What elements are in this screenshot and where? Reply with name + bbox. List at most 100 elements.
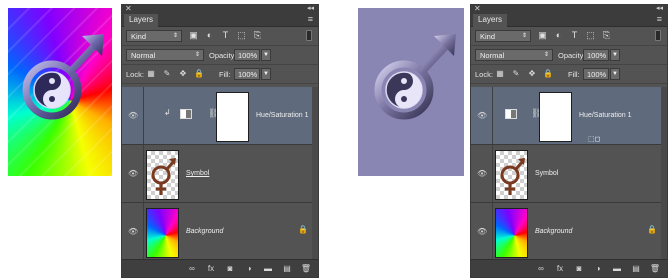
lock-paint-icon[interactable]: ✎ <box>511 69 521 79</box>
eye-icon[interactable]: 👁 <box>477 169 488 178</box>
lock-icon: 🔒 <box>298 225 308 234</box>
panel-menu-icon[interactable]: ≡ <box>308 14 313 24</box>
blend-row: Normal ⇕ Opacity: 100% ▼ <box>122 46 318 65</box>
adjustment-layer-icon[interactable]: ◑ <box>592 263 604 275</box>
pixel-filter-icon[interactable]: ▣ <box>188 30 199 41</box>
layer-row-hue-saturation[interactable]: 👁 ↲ ⛓ Hue/Saturation 1 <box>122 87 318 145</box>
opacity-dropdown[interactable]: ▼ <box>610 49 620 61</box>
eye-icon[interactable]: 👁 <box>128 227 139 236</box>
collapse-icon[interactable]: ◂◂ <box>307 4 314 12</box>
opacity-label: Opacity: <box>558 51 586 60</box>
fill-label: Fill: <box>568 70 580 79</box>
tab-layers[interactable]: Layers <box>124 14 159 27</box>
panel-tabbar: Layers ≡ <box>122 13 318 27</box>
fill-dropdown[interactable]: ▼ <box>610 68 620 80</box>
pixel-filter-icon[interactable]: ▣ <box>537 30 548 41</box>
close-icon[interactable]: ✕ <box>125 4 132 13</box>
tab-layers[interactable]: Layers <box>473 14 508 27</box>
chevron-down-icon: ⇕ <box>194 52 200 58</box>
type-filter-icon[interactable]: T <box>220 30 231 41</box>
blend-mode-select[interactable]: Normal ⇕ <box>126 49 204 61</box>
background-thumbnail[interactable] <box>495 208 528 258</box>
eye-icon[interactable]: 👁 <box>477 111 488 120</box>
layer-name[interactable]: Symbol <box>186 170 209 177</box>
panel-footer: ∞ fx ◙ ◑ ▬ ▤ 🗑 <box>122 259 318 277</box>
opacity-input[interactable]: 100% <box>234 49 260 61</box>
chevron-down-icon: ⇕ <box>521 33 527 39</box>
lock-position-icon[interactable]: ✥ <box>527 69 537 79</box>
add-mask-icon[interactable]: ◙ <box>573 263 585 275</box>
smart-object-filter-icon[interactable]: ⎘ <box>601 30 612 41</box>
layer-mask-thumbnail[interactable] <box>539 92 572 142</box>
panel-titlebar: ✕ ◂◂ <box>122 4 318 13</box>
layer-mask-thumbnail[interactable] <box>216 92 249 142</box>
chevron-down-icon: ⇕ <box>543 52 549 58</box>
lock-icons: ▦ ✎ ✥ 🔒 <box>146 69 204 79</box>
opacity-label: Opacity: <box>209 51 237 60</box>
eye-icon[interactable]: 👁 <box>128 169 139 178</box>
add-mask-icon[interactable]: ◙ <box>224 263 236 275</box>
fx-icon[interactable]: fx <box>554 263 566 275</box>
link-layers-icon[interactable]: ∞ <box>186 263 198 275</box>
new-group-icon[interactable]: ▬ <box>262 263 274 275</box>
filter-toggle[interactable] <box>306 30 312 41</box>
lock-transparent-icon[interactable]: ▦ <box>495 69 505 79</box>
stage: ✕ ◂◂ Layers ≡ Kind ⇕ ▣ ◐ T ⬚ ⎘ Normal ⇕ … <box>0 0 670 278</box>
adjustment-filter-icon[interactable]: ◐ <box>204 30 215 41</box>
adjustment-layer-icon[interactable]: ◑ <box>243 263 255 275</box>
panel-menu-icon[interactable]: ≡ <box>657 14 662 24</box>
fill-input[interactable]: 100% <box>583 68 609 80</box>
new-layer-icon[interactable]: ▤ <box>630 263 642 275</box>
scrollbar[interactable] <box>661 87 667 259</box>
scrollbar[interactable] <box>312 87 318 259</box>
opacity-dropdown[interactable]: ▼ <box>261 49 271 61</box>
new-layer-icon[interactable]: ▤ <box>281 263 293 275</box>
lock-all-icon[interactable]: 🔒 <box>194 69 204 79</box>
kind-filter-label: Kind <box>131 32 147 41</box>
blend-mode-select[interactable]: Normal ⇕ <box>475 49 553 61</box>
smart-object-filter-icon[interactable]: ⎘ <box>252 30 263 41</box>
shape-filter-icon[interactable]: ⬚ <box>236 30 247 41</box>
layer-row-symbol[interactable]: 👁 Symbol <box>471 145 667 203</box>
eye-icon[interactable]: 👁 <box>128 111 139 120</box>
filter-toggle[interactable] <box>655 30 661 41</box>
kind-filter-select[interactable]: Kind ⇕ <box>475 30 531 42</box>
layer-name[interactable]: Background <box>535 228 572 235</box>
type-filter-icon[interactable]: T <box>569 30 580 41</box>
adjustment-filter-icon[interactable]: ◐ <box>553 30 564 41</box>
opacity-input[interactable]: 100% <box>583 49 609 61</box>
close-icon[interactable]: ✕ <box>474 4 481 13</box>
blend-mode-label: Normal <box>131 51 156 60</box>
link-layers-icon[interactable]: ∞ <box>535 263 547 275</box>
layer-name[interactable]: Background <box>186 228 223 235</box>
symbol-thumbnail-art <box>151 158 176 195</box>
layer-row-symbol[interactable]: 👁 Symbol <box>122 145 318 203</box>
eye-icon[interactable]: 👁 <box>477 227 488 236</box>
canvas-purple-artwork <box>358 8 464 176</box>
background-thumbnail[interactable] <box>146 208 179 258</box>
fill-dropdown[interactable]: ▼ <box>261 68 271 80</box>
filter-icons: ▣ ◐ T ⬚ ⎘ <box>537 30 612 41</box>
symbol-thumbnail[interactable] <box>495 150 528 200</box>
layer-name[interactable]: Hue/Saturation 1 <box>579 112 632 119</box>
lock-transparent-icon[interactable]: ▦ <box>146 69 156 79</box>
clipping-arrow-icon: ↲ <box>164 108 171 117</box>
kind-filter-select[interactable]: Kind ⇕ <box>126 30 182 42</box>
layer-name[interactable]: Symbol <box>535 170 558 177</box>
symbol-thumbnail[interactable] <box>146 150 179 200</box>
layer-row-hue-saturation[interactable]: 👁 ⛓ Hue/Saturation 1 ⬚◻ <box>471 87 667 145</box>
shape-filter-icon[interactable]: ⬚ <box>585 30 596 41</box>
new-group-icon[interactable]: ▬ <box>611 263 623 275</box>
lock-position-icon[interactable]: ✥ <box>178 69 188 79</box>
layer-row-background[interactable]: 👁 Background 🔒 <box>471 203 667 261</box>
collapse-icon[interactable]: ◂◂ <box>656 4 663 12</box>
layer-row-background[interactable]: 👁 Background 🔒 <box>122 203 318 261</box>
lock-paint-icon[interactable]: ✎ <box>162 69 172 79</box>
trash-icon[interactable]: 🗑 <box>300 263 312 275</box>
fx-icon[interactable]: fx <box>205 263 217 275</box>
trash-icon[interactable]: 🗑 <box>649 263 661 275</box>
lock-all-icon[interactable]: 🔒 <box>543 69 553 79</box>
layer-name[interactable]: Hue/Saturation 1 <box>256 112 309 119</box>
fill-input[interactable]: 100% <box>234 68 260 80</box>
layers-panel-right: ✕ ◂◂ Layers ≡ Kind ⇕ ▣ ◐ T ⬚ ⎘ Normal ⇕ … <box>470 4 668 278</box>
